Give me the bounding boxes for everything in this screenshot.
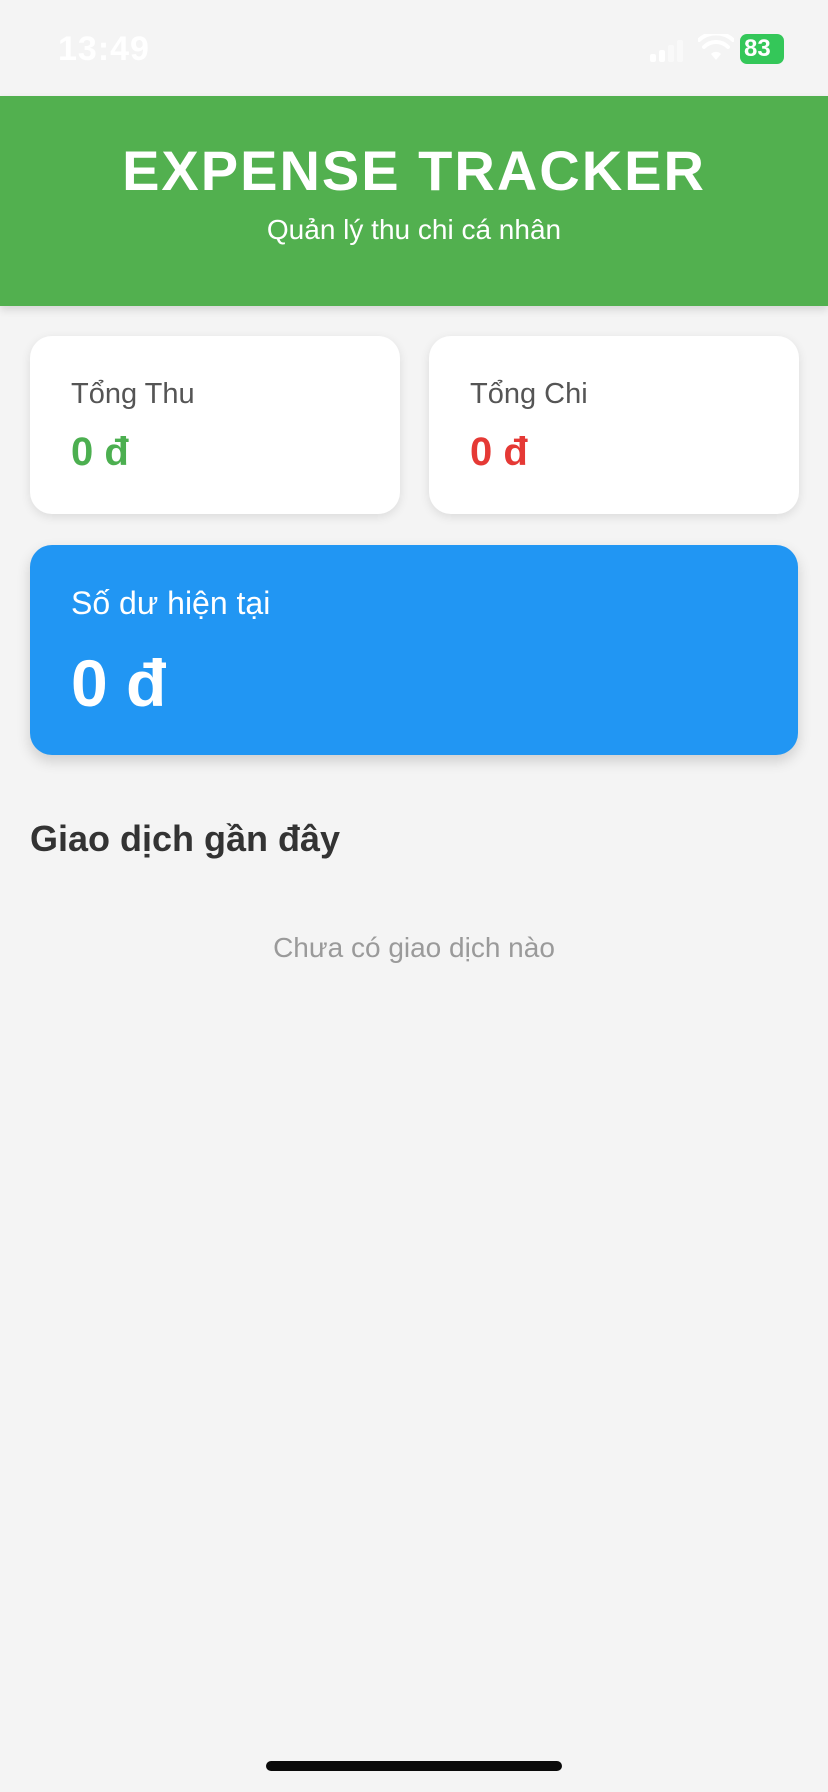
income-summary-card: Tổng Thu 0 đ [30, 336, 400, 514]
battery-icon: 83 [740, 34, 784, 64]
recent-transactions-title: Giao dịch gần đây [30, 818, 341, 859]
expense-label: Tổng Chi [470, 378, 588, 410]
app-header: EXPENSE TRACKER Quản lý thu chi cá nhân [0, 96, 828, 306]
wifi-icon [698, 34, 734, 60]
empty-transactions-message: Chưa có giao dịch nào [273, 932, 555, 963]
income-label: Tổng Thu [71, 378, 195, 410]
status-bar: 13:49 83 [0, 0, 828, 96]
app-title: EXPENSE TRACKER [122, 139, 706, 202]
cellular-signal-icon [650, 38, 684, 62]
balance-card: Số dư hiện tại 0 đ [30, 545, 798, 755]
income-value: 0 đ [71, 430, 129, 474]
status-time: 13:49 [58, 30, 150, 68]
expense-summary-card: Tổng Chi 0 đ [429, 336, 799, 514]
app-subtitle: Quản lý thu chi cá nhân [266, 214, 562, 245]
balance-label: Số dư hiện tại [71, 585, 271, 621]
battery-level: 83 [744, 35, 771, 62]
balance-value: 0 đ [71, 646, 167, 720]
expense-value: 0 đ [470, 430, 528, 474]
home-indicator[interactable] [266, 1761, 562, 1771]
